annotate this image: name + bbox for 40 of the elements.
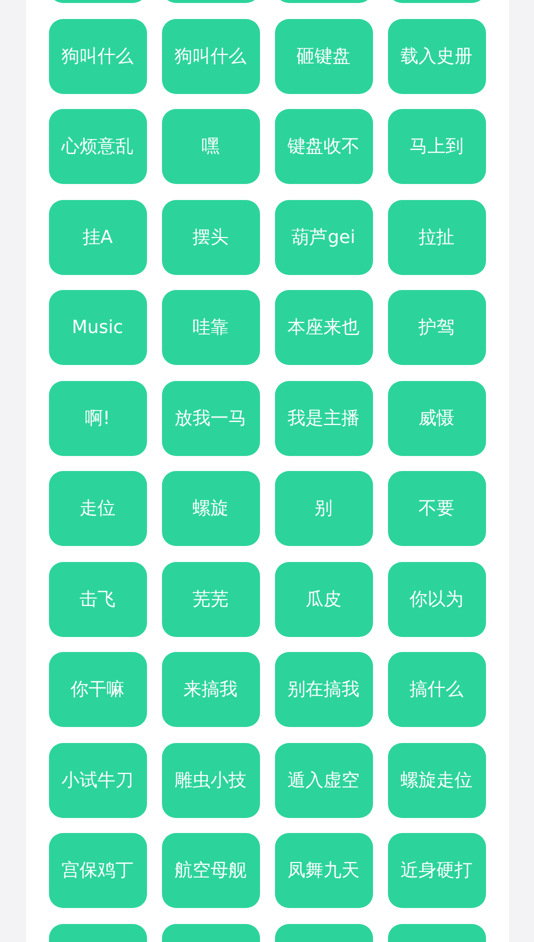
- sound-button[interactable]: 拉扯: [388, 200, 486, 274]
- sound-button[interactable]: 护驾: [388, 290, 486, 365]
- sound-button[interactable]: 放我一马: [162, 380, 260, 456]
- sound-button[interactable]: 啊!: [48, 380, 146, 456]
- sound-button[interactable]: 击飞: [48, 562, 146, 636]
- sound-button[interactable]: 搞什么: [388, 652, 486, 727]
- sound-button[interactable]: 我是主播: [274, 380, 372, 456]
- sound-button[interactable]: 走位: [48, 471, 146, 546]
- sound-button[interactable]: 你干嘛: [48, 652, 146, 727]
- sound-button[interactable]: 狗叫什么: [162, 18, 260, 94]
- sound-button[interactable]: 凤舞九天: [274, 833, 372, 908]
- sound-button[interactable]: 芜芜: [162, 562, 260, 636]
- sound-button[interactable]: 你以为: [388, 562, 486, 636]
- sound-button[interactable]: 摆头: [162, 200, 260, 274]
- sound-button[interactable]: 瓜皮: [274, 562, 372, 636]
- sound-button[interactable]: 别: [274, 471, 372, 546]
- sound-button[interactable]: 砸键盘: [274, 18, 372, 94]
- sound-button[interactable]: 载入史册: [388, 18, 486, 94]
- sound-button[interactable]: 本座来也: [274, 290, 372, 365]
- sound-button[interactable]: 不要: [388, 471, 486, 546]
- sound-button[interactable]: 螺旋走位: [388, 742, 486, 818]
- sound-button[interactable]: 雕虫小技: [162, 742, 260, 818]
- sound-button[interactable]: 别在搞我: [274, 652, 372, 727]
- sound-button[interactable]: 来搞我: [162, 652, 260, 727]
- sound-button[interactable]: 马上到: [388, 109, 486, 184]
- sound-button[interactable]: 遁入虚空: [274, 742, 372, 818]
- sound-button[interactable]: 小试牛刀: [48, 742, 146, 818]
- sound-button[interactable]: 键盘收不: [274, 109, 372, 184]
- sound-button[interactable]: 挂A: [48, 200, 146, 274]
- sound-button[interactable]: 螺旋: [162, 471, 260, 546]
- sound-button[interactable]: 嘿: [162, 109, 260, 184]
- sound-button[interactable]: 哇靠: [162, 290, 260, 365]
- sound-button[interactable]: Music: [48, 290, 146, 365]
- sound-button[interactable]: 心烦意乱: [48, 109, 146, 184]
- sound-button[interactable]: 葫芦gei: [274, 200, 372, 274]
- sound-button[interactable]: 航空母舰: [162, 833, 260, 908]
- sound-button[interactable]: 近身硬打: [388, 833, 486, 908]
- sound-button[interactable]: 狗叫什么: [48, 18, 146, 94]
- sound-button[interactable]: 威慑: [388, 380, 486, 456]
- sound-button[interactable]: 宫保鸡丁: [48, 833, 146, 908]
